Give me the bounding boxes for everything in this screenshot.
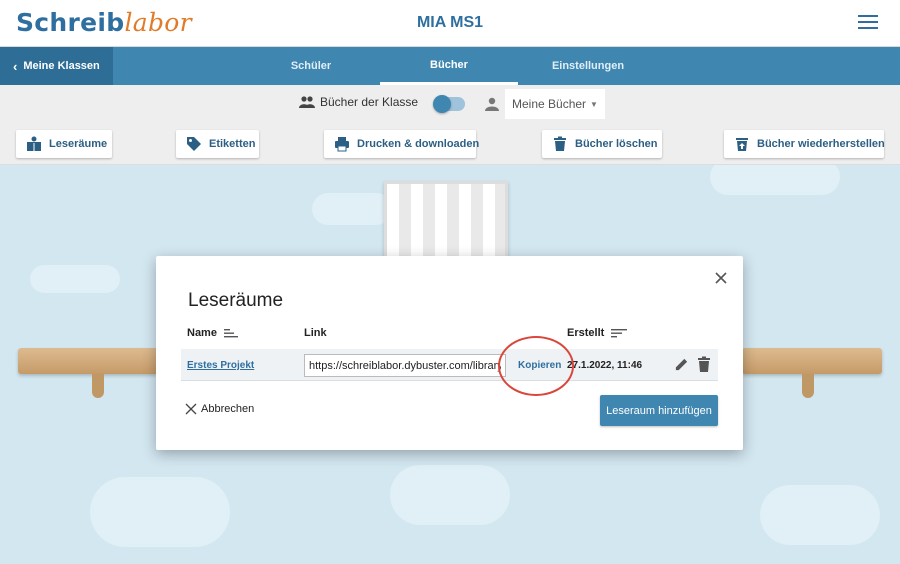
created-date: 27.1.2022, 11:46 (567, 360, 643, 371)
column-created-label: Erstellt (567, 327, 605, 339)
reading-room-icon (27, 136, 41, 151)
trash-icon (554, 136, 566, 151)
column-header-link: Link (304, 327, 327, 339)
shelf-bracket (92, 374, 104, 398)
highlight-circle-annotation (498, 336, 574, 396)
cloud-decoration (312, 193, 392, 225)
chevron-left-icon: ‹ (13, 58, 18, 74)
back-button-label: Meine Klassen (23, 60, 100, 72)
print-download-button[interactable]: Drucken & downloaden (324, 130, 480, 158)
tab-buecher[interactable]: Bücher (380, 47, 518, 85)
print-download-label: Drucken & downloaden (357, 138, 480, 150)
sort-icon (611, 329, 628, 338)
filter-bar: Bücher der Klasse Meine Bücher ▼ (0, 85, 900, 123)
delete-books-button[interactable]: Bücher löschen (542, 130, 662, 158)
class-books-label: Bücher der Klasse (320, 95, 419, 109)
cancel-button[interactable]: Abbrechen (185, 403, 254, 415)
reading-rooms-label: Leseräume (49, 138, 108, 150)
reading-rooms-dialog: Leseräume Name Link Erstellt Erstes Proj… (156, 256, 743, 450)
cloud-decoration (760, 485, 880, 545)
class-books-filter: Bücher der Klasse (299, 95, 418, 109)
close-icon[interactable] (713, 270, 729, 286)
cloud-decoration (90, 477, 230, 547)
column-header-created[interactable]: Erstellt (567, 327, 628, 339)
cancel-label: Abbrechen (201, 403, 255, 415)
reading-rooms-button[interactable]: Leseräume (16, 130, 112, 158)
sort-icon (223, 329, 238, 338)
dialog-title: Leseräume (188, 290, 284, 311)
dropdown-caret-icon: ▼ (590, 99, 598, 109)
my-books-select[interactable]: Meine Bücher ▼ (505, 89, 605, 119)
restore-books-label: Bücher wiederherstellen (757, 138, 885, 150)
labels-label: Etiketten (209, 138, 256, 150)
toggle-knob (433, 95, 451, 113)
cloud-decoration (390, 465, 510, 525)
column-link-label: Link (304, 327, 327, 339)
cloud-decoration (710, 165, 840, 195)
people-icon (299, 96, 315, 108)
hamburger-menu-icon[interactable] (858, 15, 878, 30)
project-name-link[interactable]: Erstes Projekt (187, 360, 254, 371)
my-books-label: Meine Bücher (512, 97, 587, 111)
nav-bar: ‹ Meine Klassen Schüler Bücher Einstellu… (0, 47, 900, 85)
person-icon (485, 97, 499, 111)
tab-schueler[interactable]: Schüler (262, 47, 360, 85)
trash-icon[interactable] (697, 356, 711, 373)
table-row: Erstes Projekt Kopieren 27.1.2022, 11:46 (181, 349, 718, 381)
print-icon (335, 137, 349, 152)
restore-books-button[interactable]: Bücher wiederherstellen (724, 130, 885, 158)
action-toolbar: Leseräume Etiketten Drucken & downloaden… (0, 123, 900, 165)
reading-room-link-field[interactable] (304, 354, 506, 377)
shelf-bracket (802, 374, 814, 398)
delete-books-label: Bücher löschen (575, 138, 658, 150)
column-header-name[interactable]: Name (187, 327, 238, 339)
labels-button[interactable]: Etiketten (176, 130, 259, 158)
class-title: MIA MS1 (416, 14, 484, 31)
close-icon (185, 403, 197, 415)
shelf-left (18, 348, 158, 374)
shelf-right (742, 348, 882, 374)
add-reading-room-button[interactable]: Leseraum hinzufügen (600, 395, 718, 426)
restore-icon (736, 138, 748, 151)
tag-icon (187, 137, 201, 151)
top-header: Schreiblabor MIA MS1 (0, 0, 900, 47)
back-to-classes-button[interactable]: ‹ Meine Klassen (0, 47, 113, 85)
column-name-label: Name (187, 327, 217, 339)
tab-einstellungen[interactable]: Einstellungen (528, 47, 648, 85)
edit-pencil-icon[interactable] (674, 357, 689, 372)
books-toggle[interactable] (433, 95, 465, 113)
cloud-decoration (30, 265, 120, 293)
